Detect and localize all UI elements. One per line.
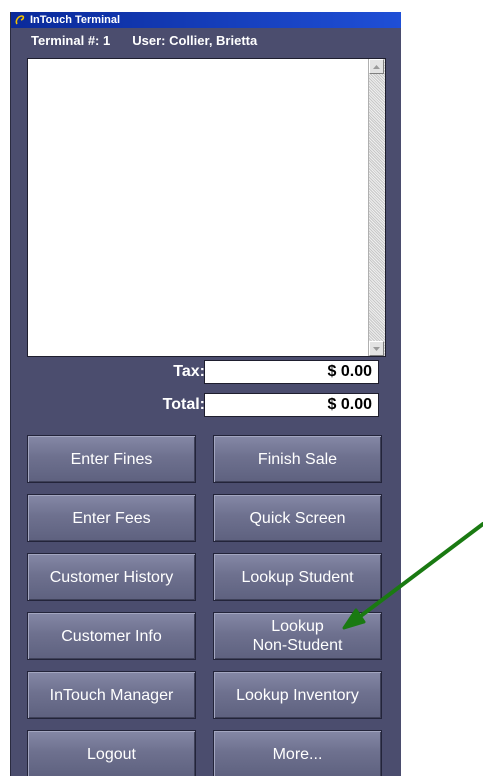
total-row: Total: $ 0.00	[11, 393, 401, 417]
receipt-scrollbar[interactable]	[368, 59, 385, 356]
scroll-down-button[interactable]	[369, 341, 384, 356]
window-titlebar[interactable]: InTouch Terminal	[11, 12, 401, 28]
intouch-logo-icon	[14, 14, 26, 26]
triangle-down-icon	[373, 346, 380, 351]
terminal-info-bar: Terminal #: 1 User: Collier, Brietta	[11, 28, 401, 52]
lookup-inventory-button[interactable]: Lookup Inventory	[213, 671, 382, 719]
terminal-number: Terminal #: 1	[31, 32, 111, 48]
current-user: User: Collier, Brietta	[132, 32, 258, 48]
intouch-manager-button[interactable]: InTouch Manager	[27, 671, 196, 719]
lookup-non-student-button[interactable]: Lookup Non-Student	[213, 612, 382, 660]
tax-label: Tax:	[173, 363, 205, 380]
lookup-student-button[interactable]: Lookup Student	[213, 553, 382, 601]
enter-fees-button[interactable]: Enter Fees	[27, 494, 196, 542]
receipt-list[interactable]	[27, 58, 386, 357]
total-label: Total:	[162, 396, 205, 413]
intouch-terminal-window: InTouch Terminal Terminal #: 1 User: Col…	[10, 12, 401, 776]
tax-row: Tax: $ 0.00	[11, 360, 401, 384]
quick-screen-button[interactable]: Quick Screen	[213, 494, 382, 542]
enter-fines-button[interactable]: Enter Fines	[27, 435, 196, 483]
customer-history-button[interactable]: Customer History	[27, 553, 196, 601]
logout-button[interactable]: Logout	[27, 730, 196, 776]
tax-value: $ 0.00	[204, 360, 379, 384]
customer-info-button[interactable]: Customer Info	[27, 612, 196, 660]
triangle-up-icon	[373, 64, 380, 69]
total-value: $ 0.00	[204, 393, 379, 417]
window-title: InTouch Terminal	[30, 14, 121, 26]
finish-sale-button[interactable]: Finish Sale	[213, 435, 382, 483]
scroll-up-button[interactable]	[369, 59, 384, 74]
more-button[interactable]: More...	[213, 730, 382, 776]
